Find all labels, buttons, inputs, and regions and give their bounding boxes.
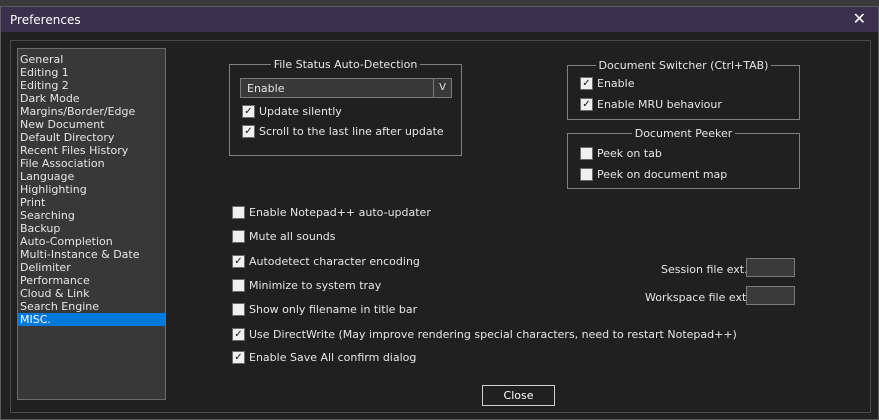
directwrite-label: Use DirectWrite (May improve rendering s…: [249, 328, 737, 341]
minimize-tray-box[interactable]: [232, 279, 245, 292]
workspace-ext-input[interactable]: [746, 286, 795, 305]
category-item[interactable]: Cloud & Link: [18, 287, 165, 300]
category-item[interactable]: Backup: [18, 222, 165, 235]
filename-title-label: Show only filename in title bar: [249, 303, 418, 316]
mru-behaviour-box[interactable]: ✓: [580, 98, 593, 111]
category-item[interactable]: Margins/Border/Edge: [18, 105, 165, 118]
category-item[interactable]: Default Directory: [18, 131, 165, 144]
file-status-select-value: Enable: [247, 82, 285, 95]
update-silently-checkbox[interactable]: ✓ Update silently: [242, 104, 342, 119]
close-button[interactable]: Close: [482, 385, 555, 406]
session-ext-label: Session file ext.:: [661, 263, 752, 276]
peek-on-tab-checkbox[interactable]: Peek on tab: [580, 146, 662, 161]
workspace-ext-label: Workspace file ext.:: [645, 291, 754, 304]
peek-on-map-checkbox[interactable]: Peek on document map: [580, 167, 727, 182]
doc-switcher-legend: Document Switcher (Ctrl+TAB): [595, 59, 772, 72]
peek-on-tab-box[interactable]: [580, 147, 593, 160]
peek-on-tab-label: Peek on tab: [597, 147, 662, 160]
update-silently-box[interactable]: ✓: [242, 105, 255, 118]
close-icon[interactable]: ✕: [853, 10, 866, 28]
autodetect-encoding-label: Autodetect character encoding: [249, 255, 420, 268]
category-item[interactable]: Recent Files History: [18, 144, 165, 157]
dialog-title: Preferences: [10, 13, 81, 27]
category-item[interactable]: Editing 1: [18, 66, 165, 79]
category-item[interactable]: Performance: [18, 274, 165, 287]
title-bar: Preferences ✕: [1, 7, 878, 32]
auto-updater-label: Enable Notepad++ auto-updater: [249, 206, 431, 219]
mute-sounds-label: Mute all sounds: [249, 230, 336, 243]
category-item[interactable]: Search Engine: [18, 300, 165, 313]
update-silently-label: Update silently: [259, 105, 342, 118]
auto-updater-checkbox[interactable]: Enable Notepad++ auto-updater: [232, 205, 431, 220]
save-all-confirm-checkbox[interactable]: ✓ Enable Save All confirm dialog: [232, 350, 416, 365]
directwrite-checkbox[interactable]: ✓ Use DirectWrite (May improve rendering …: [232, 327, 737, 342]
scroll-last-line-checkbox[interactable]: ✓ Scroll to the last line after update: [242, 124, 444, 139]
filename-title-box[interactable]: [232, 303, 245, 316]
category-item[interactable]: MISC.: [18, 313, 165, 326]
category-item[interactable]: General: [18, 53, 165, 66]
autodetect-encoding-checkbox[interactable]: ✓ Autodetect character encoding: [232, 254, 420, 269]
category-item[interactable]: New Document: [18, 118, 165, 131]
chevron-down-icon[interactable]: V: [433, 79, 451, 97]
category-item[interactable]: Print: [18, 196, 165, 209]
doc-peeker-legend: Document Peeker: [631, 127, 736, 140]
category-item[interactable]: Dark Mode: [18, 92, 165, 105]
peek-on-map-label: Peek on document map: [597, 168, 728, 181]
peek-on-map-box[interactable]: [580, 168, 593, 181]
save-all-confirm-label: Enable Save All confirm dialog: [249, 351, 417, 364]
session-ext-input[interactable]: [746, 258, 795, 277]
doc-switcher-enable-label: Enable: [597, 77, 635, 90]
file-status-legend: File Status Auto-Detection: [270, 58, 421, 71]
category-list[interactable]: General Editing 1 Editing 2 Dark Mode Margin…: [17, 48, 166, 400]
mru-behaviour-label: Enable MRU behaviour: [597, 98, 722, 111]
doc-switcher-enable-box[interactable]: ✓: [580, 77, 593, 90]
scroll-last-line-box[interactable]: ✓: [242, 125, 255, 138]
mru-behaviour-checkbox[interactable]: ✓ Enable MRU behaviour: [580, 97, 722, 112]
category-item[interactable]: Language: [18, 170, 165, 183]
minimize-tray-label: Minimize to system tray: [249, 279, 382, 292]
scroll-last-line-label: Scroll to the last line after update: [259, 125, 444, 138]
auto-updater-box[interactable]: [232, 206, 245, 219]
category-item[interactable]: Editing 2: [18, 79, 165, 92]
minimize-tray-checkbox[interactable]: Minimize to system tray: [232, 278, 381, 293]
category-item[interactable]: Highlighting: [18, 183, 165, 196]
file-status-select[interactable]: Enable V: [240, 78, 452, 98]
filename-title-checkbox[interactable]: Show only filename in title bar: [232, 302, 417, 317]
mute-sounds-checkbox[interactable]: Mute all sounds: [232, 229, 336, 244]
category-item[interactable]: Multi-Instance & Date: [18, 248, 165, 261]
category-item[interactable]: Delimiter: [18, 261, 165, 274]
doc-switcher-enable-checkbox[interactable]: ✓ Enable: [580, 76, 634, 91]
category-item[interactable]: Searching: [18, 209, 165, 222]
category-item[interactable]: Auto-Completion: [18, 235, 165, 248]
directwrite-box[interactable]: ✓: [232, 328, 245, 341]
save-all-confirm-box[interactable]: ✓: [232, 351, 245, 364]
category-item[interactable]: File Association: [18, 157, 165, 170]
autodetect-encoding-box[interactable]: ✓: [232, 255, 245, 268]
mute-sounds-box[interactable]: [232, 230, 245, 243]
